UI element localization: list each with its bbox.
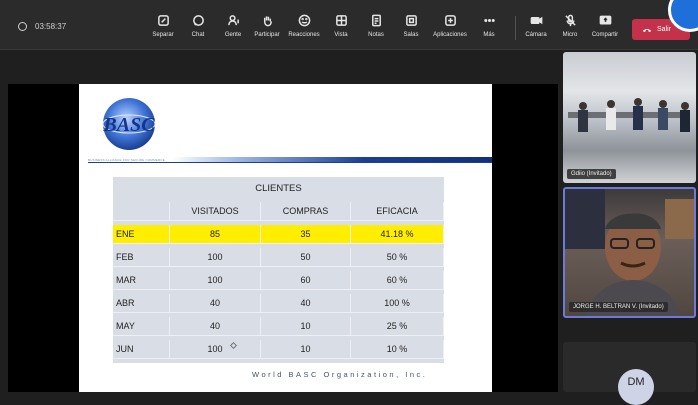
mic-button[interactable]: Micro bbox=[550, 14, 590, 38]
participant-video-tile[interactable]: JORGE H. BELTRAN V. (Invitado) bbox=[563, 187, 696, 318]
rooms-button[interactable]: Salas bbox=[391, 14, 431, 38]
participant-name: JORGE H. BELTRAN V. (Invitado) bbox=[569, 302, 668, 312]
table-row: ENE 85 35 41.18 % bbox=[113, 225, 444, 244]
apps-button[interactable]: Aplicaciones bbox=[430, 14, 470, 38]
rooms-icon bbox=[405, 14, 418, 27]
share-icon bbox=[599, 14, 612, 27]
avatar: DM bbox=[618, 369, 654, 405]
table-header: VISITADOS bbox=[170, 202, 261, 221]
basc-logo: BASC bbox=[102, 98, 156, 150]
people-icon bbox=[227, 14, 240, 27]
timer-label: 03:58:37 bbox=[35, 22, 67, 31]
more-icon bbox=[483, 14, 496, 27]
meeting-toolbar: 03:58:37 Separar Chat Gente Participar R… bbox=[0, 0, 698, 50]
table-row: ABR 40 40 100 % bbox=[113, 294, 444, 313]
table-header-row: VISITADOS COMPRAS EFICACIA bbox=[113, 202, 444, 221]
mic-off-icon bbox=[564, 14, 577, 27]
raise-hand-button[interactable]: Participar bbox=[247, 14, 287, 38]
notes-button[interactable]: Notas bbox=[356, 14, 396, 38]
raise-hand-icon bbox=[261, 14, 274, 27]
notes-icon bbox=[370, 14, 383, 27]
table-header bbox=[113, 202, 170, 221]
participant-name: Gdiio (Invitado) bbox=[567, 169, 616, 179]
slide-footer: World BASC Organization, Inc. bbox=[252, 370, 428, 379]
apps-icon bbox=[444, 14, 457, 27]
view-icon bbox=[335, 14, 348, 27]
separate-button[interactable]: Separar bbox=[143, 14, 183, 38]
camera-icon bbox=[530, 14, 543, 27]
view-button[interactable]: Vista bbox=[321, 14, 361, 38]
chat-button[interactable]: Chat bbox=[178, 14, 218, 38]
share-button[interactable]: Compartir bbox=[585, 14, 625, 38]
table-row: MAR 100 60 60 % bbox=[113, 271, 444, 290]
table-header: EFICACIA bbox=[351, 202, 444, 221]
participant-video-tile[interactable]: Gdiio (Invitado) bbox=[563, 52, 696, 183]
speaker-video bbox=[565, 189, 694, 316]
shield-icon bbox=[18, 22, 27, 31]
phone-hangup-icon bbox=[642, 28, 652, 32]
more-button[interactable]: Más bbox=[469, 14, 509, 38]
smile-icon bbox=[298, 14, 311, 27]
clientes-table: CLIENTES VISITADOS COMPRAS EFICACIA ENE … bbox=[113, 177, 444, 363]
table-row: JUN 100 10 10 % bbox=[113, 340, 444, 359]
reactions-button[interactable]: Reacciones bbox=[284, 14, 324, 38]
chat-icon bbox=[192, 14, 205, 27]
table-header: COMPRAS bbox=[261, 202, 351, 221]
table-row: FEB 100 50 50 % bbox=[113, 248, 444, 267]
room-video bbox=[568, 98, 690, 132]
table-row: MAY 40 10 25 % bbox=[113, 317, 444, 336]
meeting-timer: 03:58:37 bbox=[18, 22, 66, 31]
separate-icon bbox=[157, 14, 170, 27]
header-thin-rule bbox=[88, 162, 492, 163]
svg-text:BASC: BASC bbox=[102, 114, 155, 136]
table-title: CLIENTES bbox=[255, 183, 302, 194]
